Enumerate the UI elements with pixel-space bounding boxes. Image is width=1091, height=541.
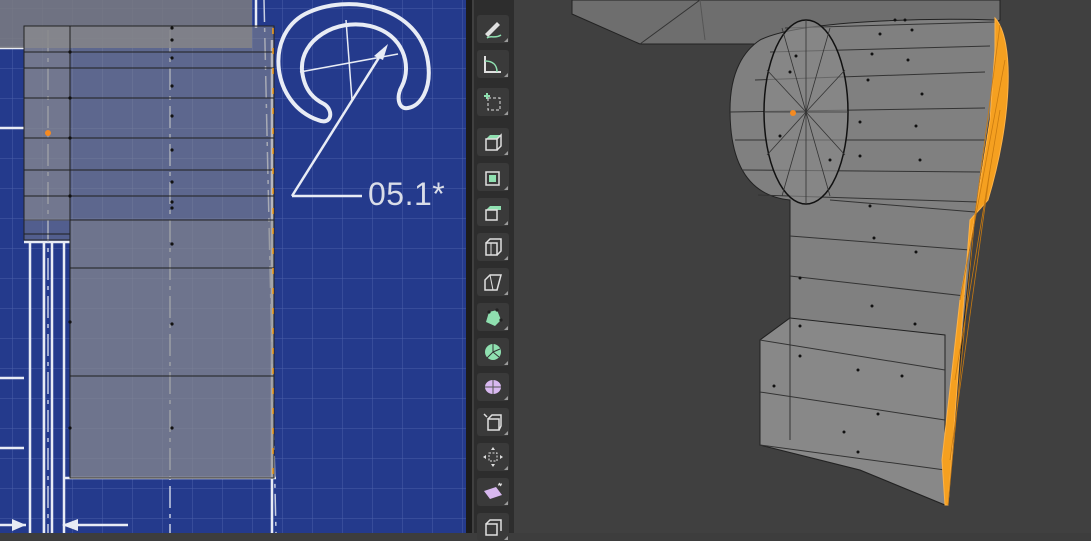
spin-icon: [485, 344, 501, 360]
smooth-tool-button[interactable]: [477, 373, 509, 401]
inset-faces-icon: [485, 171, 500, 186]
add-cube-icon: [484, 93, 501, 111]
shear-icon: [484, 482, 503, 499]
shrink-fatten-icon: [483, 447, 503, 467]
left-viewport[interactable]: 05.1*: [0, 0, 466, 533]
edge-slide-icon: [483, 413, 502, 431]
poly-build-tool-button[interactable]: [477, 303, 509, 331]
tool-shelf: [474, 0, 514, 541]
knife-icon: [484, 274, 502, 291]
spin-tool-button[interactable]: [477, 338, 509, 366]
smooth-icon: [485, 380, 501, 394]
annotate-icon: [485, 22, 502, 39]
shrink-fatten-tool-button[interactable]: [477, 443, 509, 471]
poly-build-icon: [486, 308, 503, 326]
shear-tool-button[interactable]: [477, 478, 509, 506]
extrude-region-tool-button[interactable]: [477, 128, 509, 156]
measure-icon: [484, 56, 501, 73]
measure-tool-button[interactable]: [477, 50, 509, 78]
loop-cut-icon: [485, 238, 502, 256]
mesh-3d-view: [571, 0, 1009, 506]
edge-slide-tool-button[interactable]: [477, 408, 509, 436]
dimension-label: 05.1*: [368, 176, 446, 212]
inset-faces-tool-button[interactable]: [477, 163, 509, 191]
blueprint-reference-image: [0, 0, 466, 533]
knife-tool-button[interactable]: [477, 268, 509, 296]
extrude-region-icon: [485, 133, 502, 151]
right-viewport[interactable]: [472, 0, 1091, 533]
loop-cut-tool-button[interactable]: [477, 233, 509, 261]
bevel-icon: [485, 206, 501, 221]
add-cube-tool-button[interactable]: [477, 88, 509, 116]
rip-region-tool-button[interactable]: [477, 513, 509, 541]
bevel-tool-button[interactable]: [477, 198, 509, 226]
annotate-tool-button[interactable]: [477, 15, 509, 43]
rip-region-icon: [485, 519, 502, 536]
